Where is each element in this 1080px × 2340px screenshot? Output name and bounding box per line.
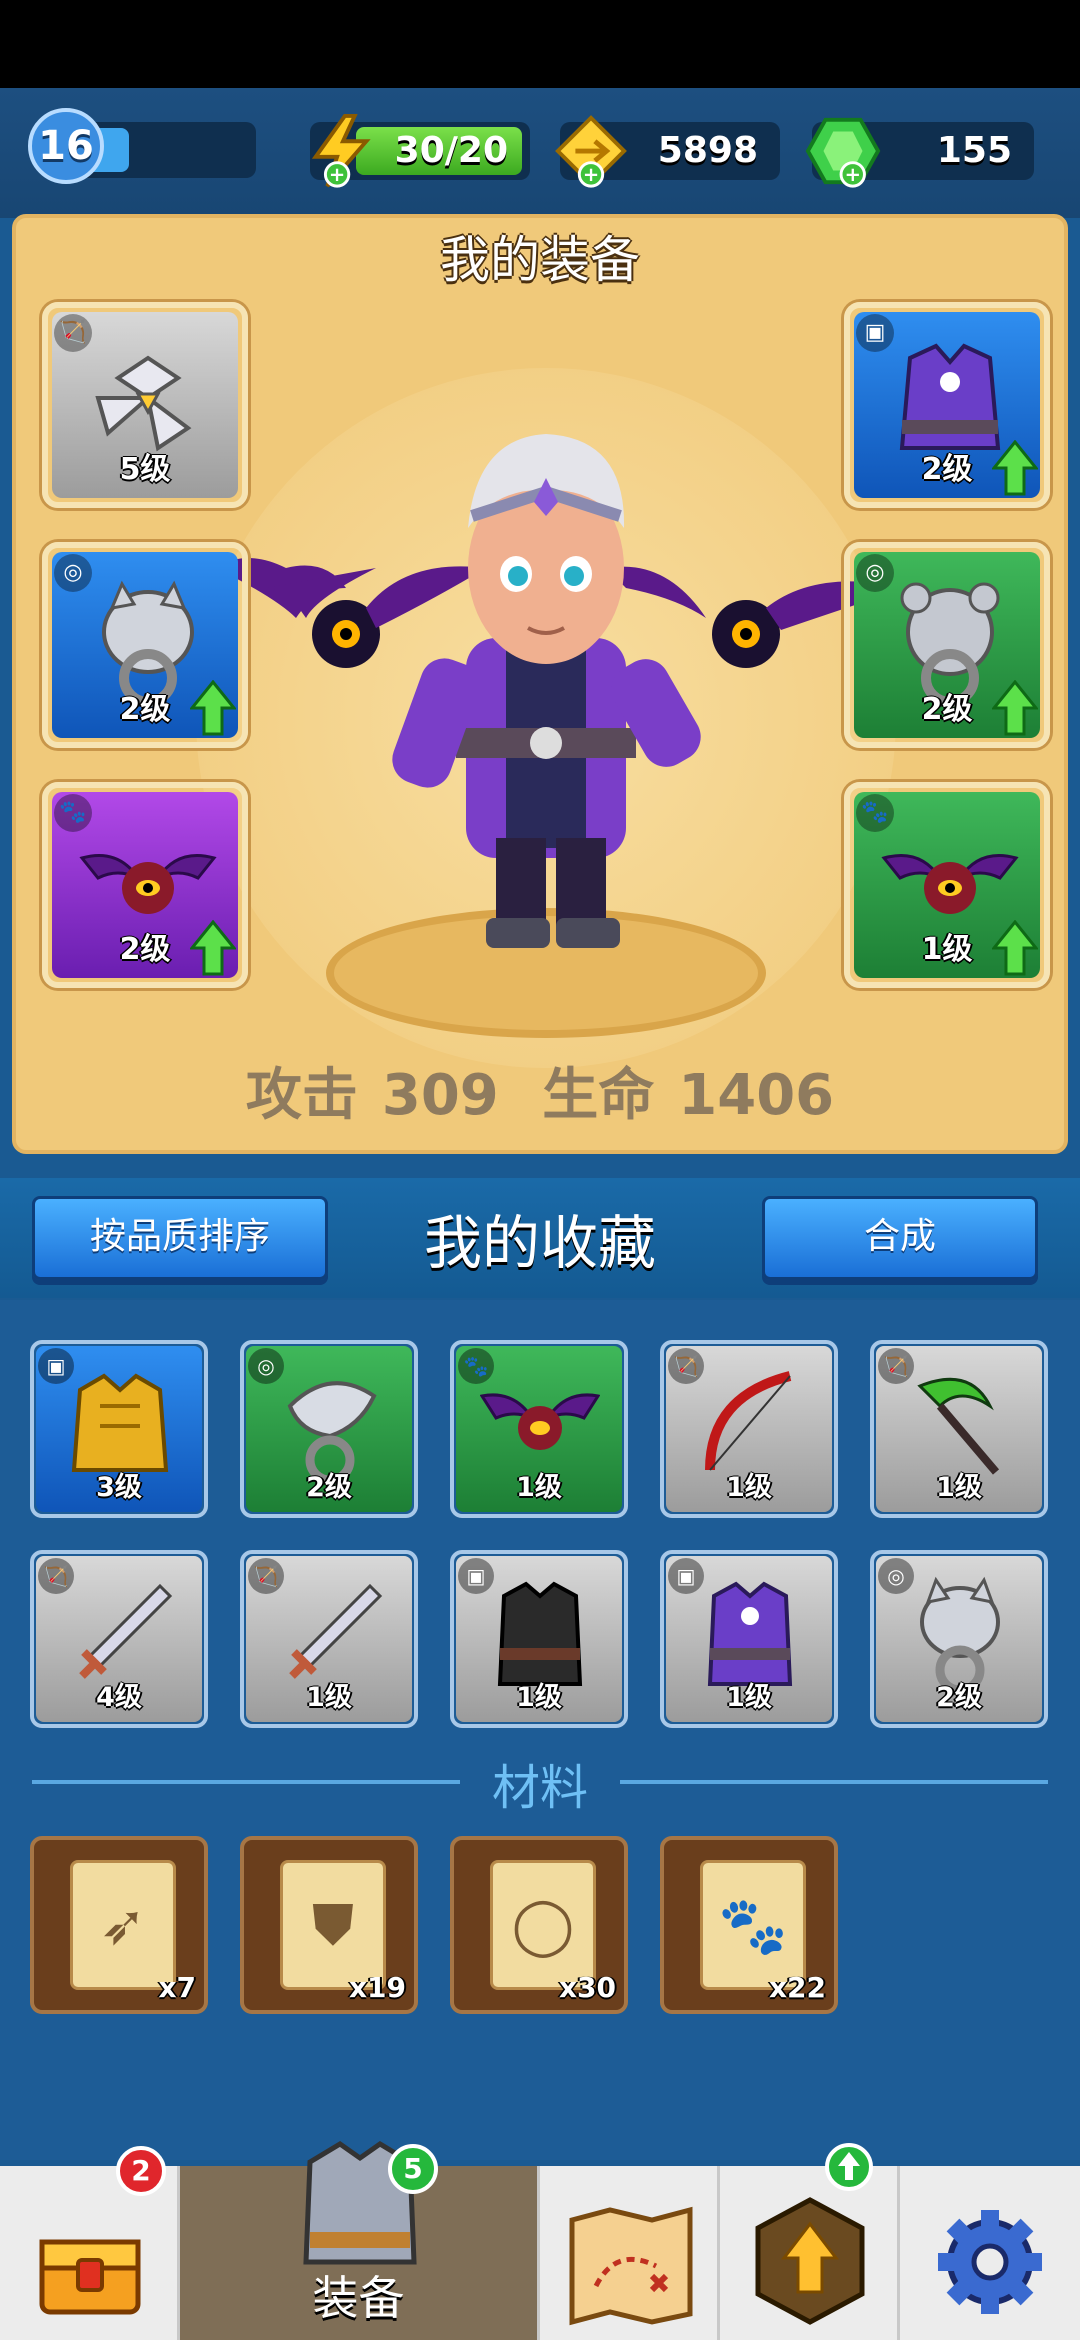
material-count: x22	[768, 1971, 826, 2004]
material-item[interactable]: ➶ x7	[30, 1836, 208, 2014]
equipment-panel: 我的装备 🏹 5级 ◎ 2级 🐾 2级 ▣ 2级 ◎ 2级 🐾 1级 攻击 30…	[12, 214, 1068, 1154]
collection-item[interactable]: ◎ 2级	[240, 1340, 418, 1518]
material-item[interactable]: ◯ x30	[450, 1836, 628, 2014]
materials-title: 材料	[460, 1748, 620, 1818]
player-level-badge[interactable]: 16	[28, 108, 104, 184]
treasure-map-icon	[569, 2206, 693, 2326]
equip-slot-armor[interactable]: ▣ 2级	[844, 302, 1050, 508]
collection-item[interactable]: 🏹 1级	[240, 1550, 418, 1728]
hp-label: 生命	[542, 1063, 655, 1128]
collection-item[interactable]: ▣ 3级	[30, 1340, 208, 1518]
collection-item[interactable]: ◎ 2级	[870, 1550, 1048, 1728]
item-level: 2级	[936, 1682, 982, 1713]
nav-map[interactable]	[540, 2166, 720, 2340]
equip-slot-weapon[interactable]: 🏹 5级	[42, 302, 248, 508]
item-level: 1级	[726, 1682, 772, 1713]
svg-text:+: +	[583, 163, 599, 186]
material-item[interactable]: ⛊ x19	[240, 1836, 418, 2014]
energy-value: 30/20	[394, 130, 508, 171]
gold-coin-icon: +	[555, 115, 627, 188]
equip-slot-ring-2[interactable]: ◎ 2级	[844, 542, 1050, 748]
item-level: 1级	[516, 1472, 562, 1503]
collection-item[interactable]: 🏹 4级	[30, 1550, 208, 1728]
nav-equipment-label: 装备	[312, 2271, 405, 2325]
gold-counter[interactable]: + 5898	[555, 115, 780, 188]
equipment-title: 我的装备	[440, 231, 640, 289]
item-level: 1级	[306, 1682, 352, 1713]
hero-character[interactable]	[206, 398, 886, 958]
attack-label: 攻击	[245, 1063, 358, 1128]
collection-item[interactable]: 🐾 1级	[450, 1340, 628, 1518]
equip-slot-pet-2[interactable]: 🐾 1级	[844, 782, 1050, 988]
combine-button[interactable]: 合成	[762, 1196, 1038, 1280]
lightning-icon: +	[311, 113, 371, 188]
treasure-chest-icon	[39, 2239, 141, 2315]
nav-settings[interactable]	[900, 2166, 1080, 2340]
gold-value: 5898	[657, 130, 758, 171]
energy-counter[interactable]: + 30/20	[310, 113, 530, 188]
collection-header: 按品质排序 我的收藏 合成	[0, 1178, 1080, 1298]
collection-item[interactable]: 🏹 1级	[870, 1340, 1048, 1518]
bow-icon: ➶	[99, 1893, 147, 1958]
gear-icon	[938, 2210, 1042, 2314]
upgrade-icon	[755, 2197, 865, 2325]
collection-item[interactable]: 🏹 1级	[660, 1340, 838, 1518]
equip-slot-ring[interactable]: ◎ 2级	[42, 542, 248, 748]
svg-text:+: +	[845, 163, 861, 186]
nav-shop[interactable]: 2	[0, 2146, 180, 2340]
equip-slot-level: 2级	[119, 932, 171, 967]
collection-item[interactable]: ▣ 1级	[660, 1550, 838, 1728]
item-level: 3级	[96, 1472, 142, 1503]
gem-value: 155	[936, 130, 1012, 171]
nav-upgrade[interactable]	[720, 2143, 900, 2340]
item-level: 2级	[306, 1472, 352, 1503]
paw-icon: 🐾	[718, 1894, 788, 1959]
attack-value: 309	[381, 1063, 499, 1128]
hero-stats: 攻击 309 生命 1406	[16, 1050, 1064, 1131]
equipment-notification-badge: 5	[388, 2144, 438, 2194]
chest-notification-badge: 2	[116, 2146, 166, 2196]
upgrade-available-icon	[825, 2143, 873, 2191]
gem-counter[interactable]: + 155	[805, 117, 1034, 188]
item-level: 1级	[726, 1472, 772, 1503]
ring-icon: ◯	[511, 1893, 575, 1958]
svg-text:+: +	[329, 163, 345, 186]
left-bat-pet-icon	[216, 558, 486, 668]
green-gem-icon: +	[805, 117, 881, 188]
item-level: 1级	[936, 1472, 982, 1503]
material-count: x19	[348, 1971, 406, 2004]
hp-value: 1406	[678, 1063, 835, 1128]
material-count: x7	[158, 1971, 196, 2004]
bottom-nav: 2 5 装备	[0, 2141, 1080, 2340]
material-count: x30	[558, 1971, 616, 2004]
equip-slot-level: 1级	[921, 932, 973, 967]
equip-slot-pet[interactable]: 🐾 2级	[42, 782, 248, 988]
equip-slot-level: 2级	[119, 692, 171, 727]
equip-slot-level: 2级	[921, 692, 973, 727]
status-bar	[0, 0, 1080, 88]
item-level: 4级	[96, 1682, 142, 1713]
material-item[interactable]: 🐾 x22	[660, 1836, 838, 2014]
nav-equipment[interactable]: 5 装备	[180, 2141, 540, 2340]
item-level: 1级	[516, 1682, 562, 1713]
equip-slot-level: 2级	[921, 452, 973, 487]
armor-icon: ⛊	[312, 1893, 354, 1958]
equip-slot-level: 5级	[119, 452, 171, 487]
collection-item[interactable]: ▣ 1级	[450, 1550, 628, 1728]
top-resource-bar: 16 + 30/20 + 5898 + 155	[0, 88, 1080, 218]
